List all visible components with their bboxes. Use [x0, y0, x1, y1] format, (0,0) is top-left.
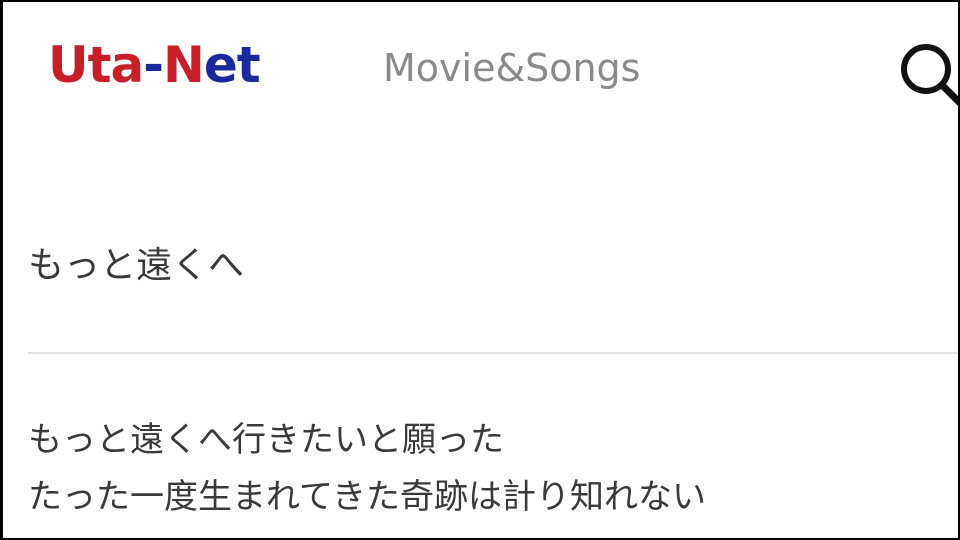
song-title: もっと遠くへ — [28, 245, 245, 286]
search-button[interactable] — [896, 40, 958, 106]
logo-text-uta: Uta — [48, 36, 144, 94]
lyrics-body: もっと遠くへ行きたいと願った たった一度生まれてきた奇跡は計り知れない — [28, 412, 953, 526]
tagline: Movie&Songs — [383, 46, 641, 90]
app-screen: Uta-Net Movie&Songs もっと遠くへ もっと遠くへ行きたいと願っ… — [3, 2, 958, 538]
search-icon — [901, 44, 958, 106]
divider — [28, 352, 958, 354]
header: Uta-Net Movie&Songs — [3, 2, 958, 137]
logo-text-dash: - — [143, 36, 164, 94]
logo-text-n: N — [163, 36, 205, 94]
uta-net-logo[interactable]: Uta-Net — [48, 35, 261, 95]
lyric-line: もっと遠くへ行きたいと願った — [28, 420, 504, 460]
lyric-line: たった一度生まれてきた奇跡は計り知れない — [28, 477, 706, 517]
logo-text-et: et — [203, 36, 261, 94]
